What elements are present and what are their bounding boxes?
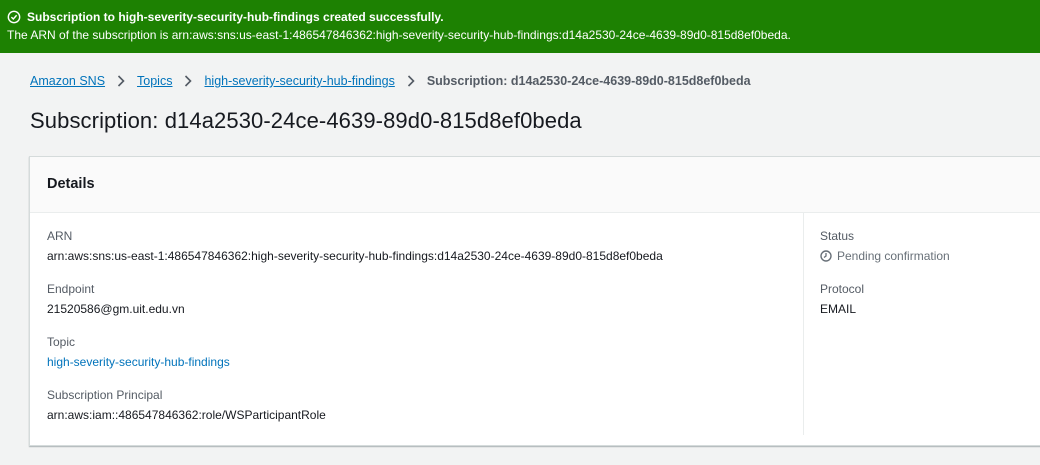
principal-value: arn:aws:iam::486547846362:role/WSPartici… — [47, 408, 326, 422]
status-value: Pending confirmation — [837, 249, 950, 263]
chevron-right-icon — [117, 75, 125, 87]
breadcrumb-topic[interactable]: high-severity-security-hub-findings — [204, 74, 394, 88]
arn-value: arn:aws:sns:us-east-1:486547846362:high-… — [47, 249, 663, 263]
endpoint-field: Endpoint 21520586@gm.uit.edu.vn — [47, 281, 803, 317]
flash-title: Subscription to high-severity-security-h… — [27, 10, 444, 24]
details-right-column: Status Pending confirmation Protocol EMA… — [804, 213, 950, 435]
arn-label: ARN — [47, 229, 73, 243]
topic-label: Topic — [47, 335, 76, 349]
chevron-right-icon — [185, 75, 193, 87]
chevron-right-icon — [407, 75, 415, 87]
check-circle-icon — [7, 10, 21, 24]
endpoint-label: Endpoint — [47, 282, 95, 296]
principal-label: Subscription Principal — [47, 388, 163, 402]
details-heading: Details — [47, 176, 95, 192]
details-header: Details — [30, 157, 1040, 213]
topic-field: Topic high-severity-security-hub-finding… — [47, 334, 803, 370]
endpoint-value: 21520586@gm.uit.edu.vn — [47, 302, 185, 316]
success-flash-banner: Subscription to high-severity-security-h… — [0, 0, 1040, 53]
breadcrumb-current: Subscription: d14a2530-24ce-4639-89d0-81… — [426, 74, 751, 88]
protocol-field: Protocol EMAIL — [820, 281, 950, 317]
status-label: Status — [820, 229, 855, 243]
breadcrumb: Amazon SNS Topics high-severity-security… — [30, 72, 751, 90]
flash-message: The ARN of the subscription is arn:aws:s… — [7, 28, 791, 42]
details-panel: Details ARN arn:aws:sns:us-east-1:486547… — [29, 156, 1040, 446]
breadcrumb-topics[interactable]: Topics — [137, 74, 172, 88]
breadcrumb-amazon-sns[interactable]: Amazon SNS — [30, 74, 105, 88]
details-left-column: ARN arn:aws:sns:us-east-1:486547846362:h… — [30, 213, 804, 435]
protocol-value: EMAIL — [820, 302, 857, 316]
status-field: Status Pending confirmation — [820, 228, 950, 264]
page-title: Subscription: d14a2530-24ce-4639-89d0-81… — [30, 108, 582, 133]
arn-field: ARN arn:aws:sns:us-east-1:486547846362:h… — [47, 228, 803, 264]
clock-icon — [820, 250, 832, 262]
protocol-label: Protocol — [820, 282, 865, 296]
principal-field: Subscription Principal arn:aws:iam::4865… — [47, 387, 803, 423]
topic-link[interactable]: high-severity-security-hub-findings — [47, 354, 803, 370]
